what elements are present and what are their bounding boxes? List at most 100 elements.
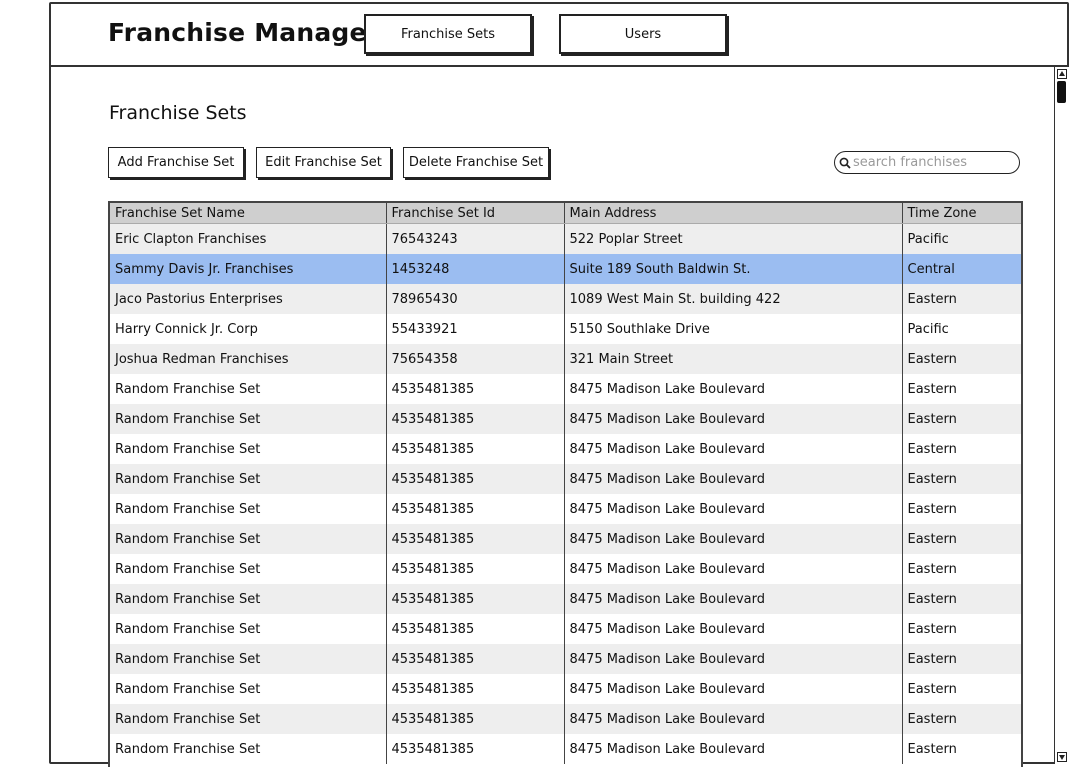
table-row[interactable]: Eric Clapton Franchises 76543243 522 Popla… xyxy=(110,223,1021,254)
arrow-up-icon xyxy=(1057,69,1067,79)
app-title: Franchise Manager xyxy=(108,18,380,47)
cell-address: 8475 Madison Lake Boulevard xyxy=(564,404,903,434)
arrow-down-icon xyxy=(1057,752,1067,762)
table-row[interactable]: Random Franchise Set 4535481385 8475 Madis… xyxy=(110,434,1021,464)
cell-id: 1453248 xyxy=(386,254,565,284)
header-divider xyxy=(49,65,1069,67)
cell-name: Eric Clapton Franchises xyxy=(110,223,387,254)
table-row[interactable]: Joshua Redman Franchises 75654358 321 Main… xyxy=(110,344,1021,374)
cell-id: 76543243 xyxy=(386,223,565,254)
table-row-selected[interactable]: Sammy Davis Jr. Franchises 1453248 Suite 1… xyxy=(110,254,1021,284)
nav-users-button[interactable]: Users xyxy=(559,14,727,54)
cell-id: 4535481385 xyxy=(386,674,565,704)
scroll-down-button[interactable] xyxy=(1057,752,1067,762)
cell-name: Random Franchise Set xyxy=(110,524,387,554)
cell-id: 75654358 xyxy=(386,344,565,374)
cell-timezone: Eastern xyxy=(902,554,1021,584)
cell-address: 1089 West Main St. building 422 xyxy=(564,284,903,314)
cell-timezone: Eastern xyxy=(902,704,1021,734)
cell-address: Suite 189 South Baldwin St. xyxy=(564,254,903,284)
cell-id: 4535481385 xyxy=(386,374,565,404)
cell-timezone: Eastern xyxy=(902,614,1021,644)
table-row[interactable]: Random Franchise Set 4535481385 8475 Madis… xyxy=(110,404,1021,434)
cell-id: 4535481385 xyxy=(386,704,565,734)
table-row[interactable]: Jaco Pastorius Enterprises 78965430 1089 W… xyxy=(110,284,1021,314)
cell-name: Random Franchise Set xyxy=(110,494,387,524)
scroll-up-button[interactable] xyxy=(1057,69,1067,79)
cell-name: Jaco Pastorius Enterprises xyxy=(110,284,387,314)
cell-id: 4535481385 xyxy=(386,524,565,554)
column-header-address[interactable]: Main Address xyxy=(564,203,903,224)
cell-timezone: Pacific xyxy=(902,223,1021,254)
cell-address: 8475 Madison Lake Boulevard xyxy=(564,554,903,584)
column-header-timezone[interactable]: Time Zone xyxy=(902,203,1021,224)
cell-timezone: Eastern xyxy=(902,494,1021,524)
cell-timezone: Eastern xyxy=(902,584,1021,614)
vertical-scrollbar[interactable] xyxy=(1054,67,1069,764)
cell-id: 4535481385 xyxy=(386,494,565,524)
cell-address: 8475 Madison Lake Boulevard xyxy=(564,524,903,554)
cell-timezone: Eastern xyxy=(902,284,1021,314)
table-header-row: Franchise Set Name Franchise Set Id Main… xyxy=(110,203,1021,224)
table-row[interactable]: Random Franchise Set 4535481385 8475 Madis… xyxy=(110,374,1021,404)
cell-name: Random Franchise Set xyxy=(110,464,387,494)
cell-address: 8475 Madison Lake Boulevard xyxy=(564,614,903,644)
cell-id: 4535481385 xyxy=(386,734,565,764)
table-row[interactable]: Random Franchise Set 4535481385 8475 Madis… xyxy=(110,584,1021,614)
column-header-id[interactable]: Franchise Set Id xyxy=(386,203,565,224)
cell-id: 4535481385 xyxy=(386,434,565,464)
cell-name: Random Franchise Set xyxy=(110,734,387,764)
cell-address: 8475 Madison Lake Boulevard xyxy=(564,584,903,614)
cell-name: Sammy Davis Jr. Franchises xyxy=(110,254,387,284)
search-icon xyxy=(839,157,851,169)
cell-name: Random Franchise Set xyxy=(110,704,387,734)
cell-timezone: Eastern xyxy=(902,464,1021,494)
cell-timezone: Eastern xyxy=(902,524,1021,554)
cell-id: 4535481385 xyxy=(386,554,565,584)
cell-address: 8475 Madison Lake Boulevard xyxy=(564,674,903,704)
table-row[interactable]: Harry Connick Jr. Corp 55433921 5150 South… xyxy=(110,314,1021,344)
cell-name: Harry Connick Jr. Corp xyxy=(110,314,387,344)
cell-name: Random Franchise Set xyxy=(110,434,387,464)
delete-franchise-set-button[interactable]: Delete Franchise Set xyxy=(403,147,549,178)
search-box[interactable] xyxy=(834,151,1020,174)
cell-id: 4535481385 xyxy=(386,614,565,644)
table-row[interactable]: Random Franchise Set 4535481385 8475 Madis… xyxy=(110,614,1021,644)
table-row[interactable]: Random Franchise Set 4535481385 8475 Madis… xyxy=(110,554,1021,584)
page-title: Franchise Sets xyxy=(109,102,247,124)
cell-id: 55433921 xyxy=(386,314,565,344)
table-row[interactable]: Random Franchise Set 4535481385 8475 Madis… xyxy=(110,734,1021,764)
cell-address: 8475 Madison Lake Boulevard xyxy=(564,374,903,404)
scrollbar-thumb[interactable] xyxy=(1057,81,1066,103)
cell-name: Random Franchise Set xyxy=(110,404,387,434)
cell-name: Random Franchise Set xyxy=(110,674,387,704)
table-row[interactable]: Random Franchise Set 4535481385 8475 Madis… xyxy=(110,704,1021,734)
cell-id: 4535481385 xyxy=(386,464,565,494)
table-row[interactable]: Random Franchise Set 4535481385 8475 Madis… xyxy=(110,524,1021,554)
table-row[interactable]: Random Franchise Set 4535481385 8475 Madis… xyxy=(110,644,1021,674)
cell-timezone: Eastern xyxy=(902,434,1021,464)
table-row[interactable]: Random Franchise Set 4535481385 8475 Madis… xyxy=(110,674,1021,704)
cell-name: Random Franchise Set xyxy=(110,614,387,644)
cell-address: 8475 Madison Lake Boulevard xyxy=(564,704,903,734)
table-row[interactable]: Random Franchise Set 4535481385 8475 Madis… xyxy=(110,494,1021,524)
search-input[interactable] xyxy=(851,155,1013,170)
nav-franchise-sets-button[interactable]: Franchise Sets xyxy=(364,14,532,54)
franchise-sets-table: Franchise Set Name Franchise Set Id Main… xyxy=(108,201,1023,767)
cell-id: 78965430 xyxy=(386,284,565,314)
edit-franchise-set-button[interactable]: Edit Franchise Set xyxy=(256,147,391,178)
cell-id: 4535481385 xyxy=(386,584,565,614)
cell-timezone: Eastern xyxy=(902,344,1021,374)
cell-name: Random Franchise Set xyxy=(110,374,387,404)
cell-timezone: Pacific xyxy=(902,314,1021,344)
cell-address: 8475 Madison Lake Boulevard xyxy=(564,464,903,494)
add-franchise-set-button[interactable]: Add Franchise Set xyxy=(108,147,244,178)
cell-timezone: Eastern xyxy=(902,734,1021,764)
cell-timezone: Central xyxy=(902,254,1021,284)
cell-timezone: Eastern xyxy=(902,644,1021,674)
table-body: Eric Clapton Franchises 76543243 522 Popla… xyxy=(110,223,1021,764)
cell-id: 4535481385 xyxy=(386,644,565,674)
column-header-name[interactable]: Franchise Set Name xyxy=(110,203,387,224)
table-row[interactable]: Random Franchise Set 4535481385 8475 Madis… xyxy=(110,464,1021,494)
cell-address: 321 Main Street xyxy=(564,344,903,374)
